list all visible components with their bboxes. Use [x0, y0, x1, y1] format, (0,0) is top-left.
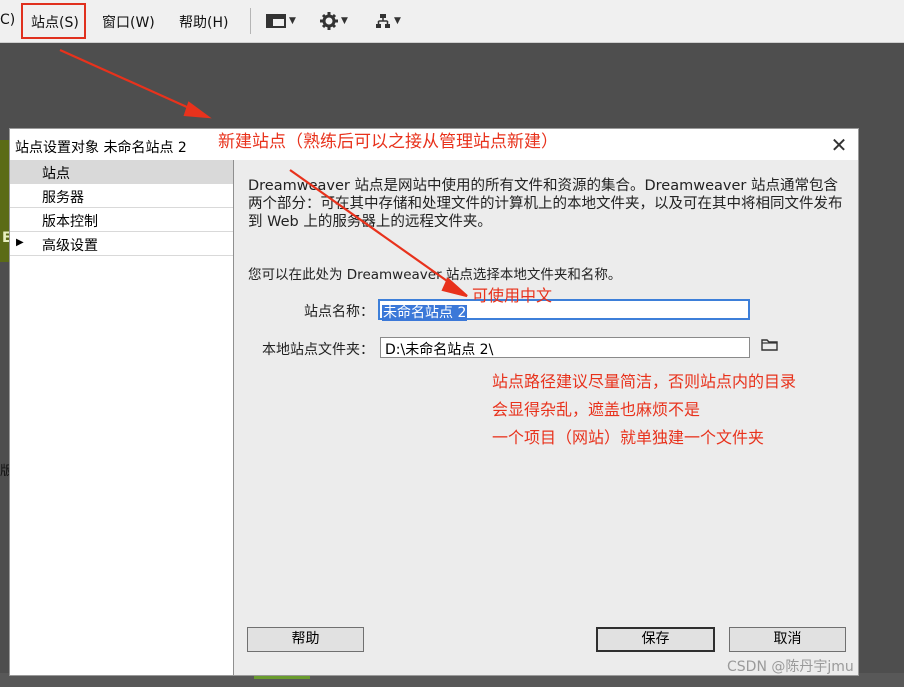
nav-item-version-control[interactable]: 版本控制: [10, 208, 233, 232]
layout-icon[interactable]: ▼: [266, 11, 296, 29]
annotation-path-note-1: 站点路径建议尽量简洁，否则站点内的目录: [492, 372, 797, 391]
annotation-new-site: 新建站点（熟练后可以之接从管理站点新建）: [218, 132, 558, 152]
menu-item-partial[interactable]: C): [0, 12, 15, 28]
menu-window[interactable]: 窗口(W): [102, 12, 155, 32]
site-name-label: 站点名称：: [304, 304, 374, 320]
toolbar-separator: [250, 8, 251, 34]
local-folder-label: 本地站点文件夹：: [262, 342, 374, 358]
folder-icon[interactable]: [761, 337, 779, 356]
site-description: Dreamweaver 站点是网站中使用的所有文件和资源的集合。Dreamwea…: [248, 178, 843, 230]
save-button[interactable]: 保存: [596, 627, 715, 652]
gear-icon[interactable]: ▼: [320, 11, 348, 30]
arrow-site-menu: [59, 48, 199, 114]
dialog-title: 站点设置对象 未命名站点 2: [15, 140, 187, 156]
site-name-value: 未命名站点 2: [382, 305, 468, 321]
local-folder-input[interactable]: D:\未命名站点 2\: [380, 337, 750, 358]
dialog-nav: 站点 服务器 版本控制 ▶ 高级设置: [10, 160, 234, 675]
menubar: C) 站点(S) 窗口(W) 帮助(H) ▼ ▼ ▼: [0, 0, 904, 43]
nav-item-label: 版本控制: [42, 214, 98, 230]
nav-item-servers[interactable]: 服务器: [10, 184, 233, 208]
nav-item-label: 高级设置: [42, 238, 98, 254]
site-menu-highlight: [21, 3, 86, 39]
sitemap-icon[interactable]: ▼: [375, 11, 401, 29]
expand-arrow-icon[interactable]: ▶: [16, 237, 24, 248]
site-setup-dialog: 站点设置对象 未命名站点 2 ✕ 站点 服务器 版本控制 ▶ 高级设置 Drea…: [9, 128, 859, 676]
menu-help[interactable]: 帮助(H): [179, 12, 228, 32]
nav-item-advanced[interactable]: ▶ 高级设置: [10, 232, 233, 256]
site-name-input[interactable]: 未命名站点 2: [378, 299, 750, 321]
nav-item-label: 站点: [42, 166, 70, 182]
arrowhead-site-menu: [183, 101, 212, 119]
cancel-button[interactable]: 取消: [729, 627, 846, 652]
nav-item-site[interactable]: 站点: [10, 160, 233, 184]
help-button[interactable]: 帮助: [247, 627, 364, 652]
folder-name-hint: 您可以在此处为 Dreamweaver 站点选择本地文件夹和名称。: [248, 267, 622, 283]
nav-item-label: 服务器: [42, 190, 84, 206]
close-icon[interactable]: ✕: [828, 133, 850, 157]
annotation-path-note-2: 会显得杂乱，遮盖也麻烦不是: [492, 400, 701, 419]
watermark: CSDN @陈丹宇jmu: [727, 659, 854, 675]
annotation-chinese-ok: 可使用中文: [472, 286, 553, 305]
annotation-path-note-3: 一个项目（网站）就单独建一个文件夹: [492, 428, 765, 447]
